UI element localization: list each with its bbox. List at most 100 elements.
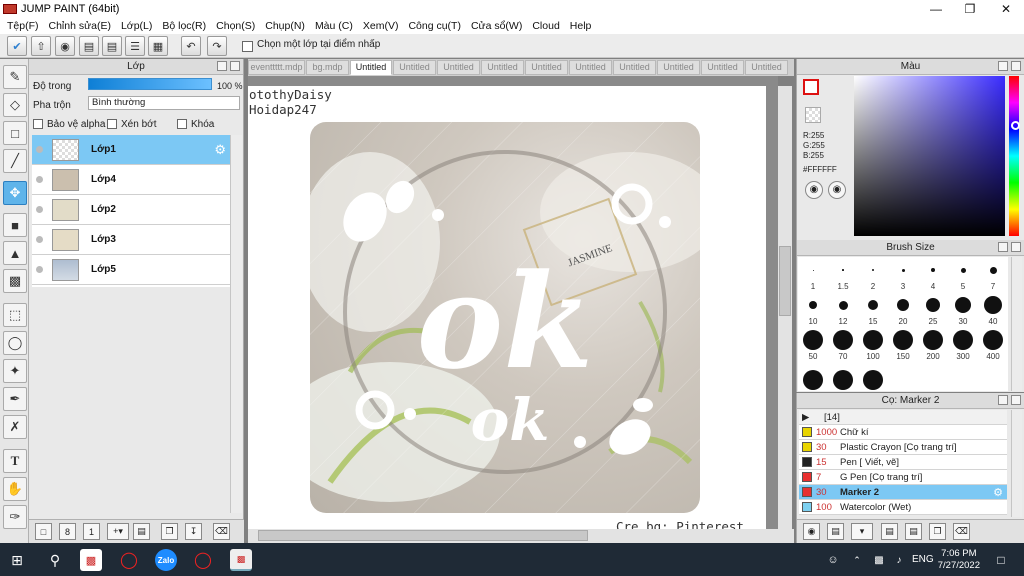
blend-mode-select[interactable]: Bình thường: [88, 96, 240, 110]
color-saturation-field[interactable]: [854, 76, 1005, 236]
foreground-color-swatch[interactable]: [803, 79, 819, 95]
visibility-icon[interactable]: [36, 176, 43, 183]
palette-picker-icon[interactable]: ◉: [828, 181, 846, 199]
alpha-checkbox[interactable]: [33, 119, 43, 130]
minimize-button[interactable]: —: [919, 0, 953, 17]
move-tool-icon[interactable]: ✥: [3, 181, 27, 205]
network-icon[interactable]: ▩: [868, 549, 890, 571]
gradient-tool-icon[interactable]: ▩: [3, 269, 27, 293]
opacity-slider[interactable]: [88, 78, 212, 90]
tab-document[interactable]: Untitled: [481, 60, 524, 75]
canvas-area[interactable]: otothyDaisy Hoidap247 JASMINE ok ok Cre …: [248, 76, 778, 529]
tab-document[interactable]: Untitled: [613, 60, 656, 75]
speech-bubble-icon[interactable]: ◉: [55, 36, 75, 56]
hue-handle[interactable]: [1011, 121, 1020, 130]
eyedropper-tool-icon[interactable]: ✑: [3, 505, 27, 529]
brush-size-option[interactable]: 70: [829, 330, 857, 361]
add-layer-menu-icon[interactable]: +▾: [107, 523, 129, 540]
clip-checkbox[interactable]: [107, 119, 117, 130]
layer-scrollbar[interactable]: [230, 135, 242, 513]
lasso-select-icon[interactable]: ◯: [3, 331, 27, 355]
canvas-horizontal-scrollbar[interactable]: [248, 529, 794, 543]
brush-list-scrollbar[interactable]: [1011, 410, 1022, 517]
tab-document[interactable]: Untitled: [393, 60, 436, 75]
panel-close-icon[interactable]: [1011, 395, 1021, 405]
tab-document[interactable]: Untitled: [745, 60, 788, 75]
bucket-tool-icon[interactable]: ▲: [3, 241, 27, 265]
new-layer-icon[interactable]: □: [35, 523, 52, 540]
brush-row[interactable]: 30 Plastic Crayon [Cọ trang trí]: [799, 440, 1007, 455]
menu-tools[interactable]: Công cụ(T): [403, 20, 466, 32]
search-icon[interactable]: ⚲: [44, 549, 66, 571]
menu-view[interactable]: Xem(V): [358, 20, 404, 32]
visibility-icon[interactable]: [36, 266, 43, 273]
layer-row[interactable]: Lớp2: [32, 195, 230, 225]
brush-size-option[interactable]: 200: [919, 330, 947, 361]
brush-copy-icon[interactable]: ▤: [827, 523, 844, 540]
tab-document[interactable]: Untitled: [701, 60, 744, 75]
opera-icon[interactable]: ◯: [118, 549, 140, 571]
panel-close-icon[interactable]: [1011, 242, 1021, 252]
text-tool-icon[interactable]: T: [3, 449, 27, 473]
brush-row[interactable]: 15 Pen [ Viết, vẽ]: [799, 455, 1007, 470]
visibility-icon[interactable]: [36, 236, 43, 243]
brush-size-option[interactable]: [829, 370, 857, 390]
brush-duplicate-icon[interactable]: ❐: [929, 523, 946, 540]
brush-size-option[interactable]: 150: [889, 330, 917, 361]
brush-size-option[interactable]: 50: [799, 330, 827, 361]
gear-icon[interactable]: ⚙: [993, 486, 1003, 499]
brush-size-option[interactable]: 25: [919, 295, 947, 326]
brush-add-icon[interactable]: ◉: [803, 523, 820, 540]
brush-menu-icon[interactable]: ▾: [851, 523, 873, 540]
brush-tool-icon[interactable]: ✎: [3, 65, 27, 89]
menu-color[interactable]: Màu (C): [310, 20, 358, 32]
document-icon[interactable]: ▤: [102, 36, 122, 56]
brush-size-option[interactable]: 400: [979, 330, 1007, 361]
menu-layer[interactable]: Lớp(L): [116, 20, 157, 32]
brush-document-icon[interactable]: ▤: [881, 523, 898, 540]
visibility-icon[interactable]: [36, 146, 43, 153]
menu-select[interactable]: Chọn(S): [211, 20, 260, 32]
office-icon[interactable]: ▩: [80, 549, 102, 571]
canvas-vertical-scrollbar[interactable]: [778, 86, 792, 529]
check-icon[interactable]: ✔: [7, 36, 27, 56]
language-indicator[interactable]: ENG: [912, 554, 934, 565]
menu-capture[interactable]: Chụp(N): [260, 20, 310, 32]
windows-start-icon[interactable]: ⊞: [6, 549, 28, 571]
brush-size-option[interactable]: 30: [949, 295, 977, 326]
close-button[interactable]: ✕: [989, 0, 1023, 17]
brush-size-option[interactable]: 100: [859, 330, 887, 361]
line-tool-icon[interactable]: ╱: [3, 149, 27, 173]
panel-popout-icon[interactable]: [998, 395, 1008, 405]
duplicate-layer-icon[interactable]: ❐: [161, 523, 178, 540]
grid-icon[interactable]: ▦: [148, 36, 168, 56]
tab-document[interactable]: Untitled: [657, 60, 700, 75]
opt-clip[interactable]: Xén bớt: [107, 119, 156, 130]
tab-document[interactable]: Untitled: [437, 60, 480, 75]
chevron-up-icon[interactable]: ⌃: [846, 549, 868, 571]
layer-row[interactable]: Lớp5: [32, 255, 230, 285]
notification-icon[interactable]: □: [990, 549, 1012, 571]
menu-help[interactable]: Help: [565, 20, 597, 32]
brush-size-option[interactable]: 15: [859, 295, 887, 326]
layer-row[interactable]: Lớp3: [32, 225, 230, 255]
panel-close-icon[interactable]: [230, 61, 240, 71]
brush-size-option[interactable]: 10: [799, 295, 827, 326]
tab-document[interactable]: Untitled: [569, 60, 612, 75]
snap-checkbox[interactable]: [242, 41, 253, 52]
merge-layer-icon[interactable]: ↧: [185, 523, 202, 540]
rectangle-tool-icon[interactable]: □: [3, 121, 27, 145]
new-1bit-layer-icon[interactable]: 1: [83, 523, 100, 540]
brush-size-option[interactable]: 1: [799, 260, 827, 291]
layer-row[interactable]: Lớp4: [32, 165, 230, 195]
jump-paint-taskbar-icon[interactable]: ▩: [230, 549, 252, 571]
fill-rect-tool-icon[interactable]: ■: [3, 213, 27, 237]
brush-row[interactable]: 7 G Pen [Cọ trang trí]: [799, 470, 1007, 485]
new-8bit-layer-icon[interactable]: 8: [59, 523, 76, 540]
eraser-tool-icon[interactable]: ◇: [3, 93, 27, 117]
comment-icon[interactable]: ▤: [79, 36, 99, 56]
maximize-button[interactable]: ❐: [953, 0, 987, 17]
tab-document[interactable]: Untitled: [525, 60, 568, 75]
menu-file[interactable]: Tệp(F): [2, 20, 44, 32]
menu-filter[interactable]: Bộ lọc(R): [157, 20, 211, 32]
